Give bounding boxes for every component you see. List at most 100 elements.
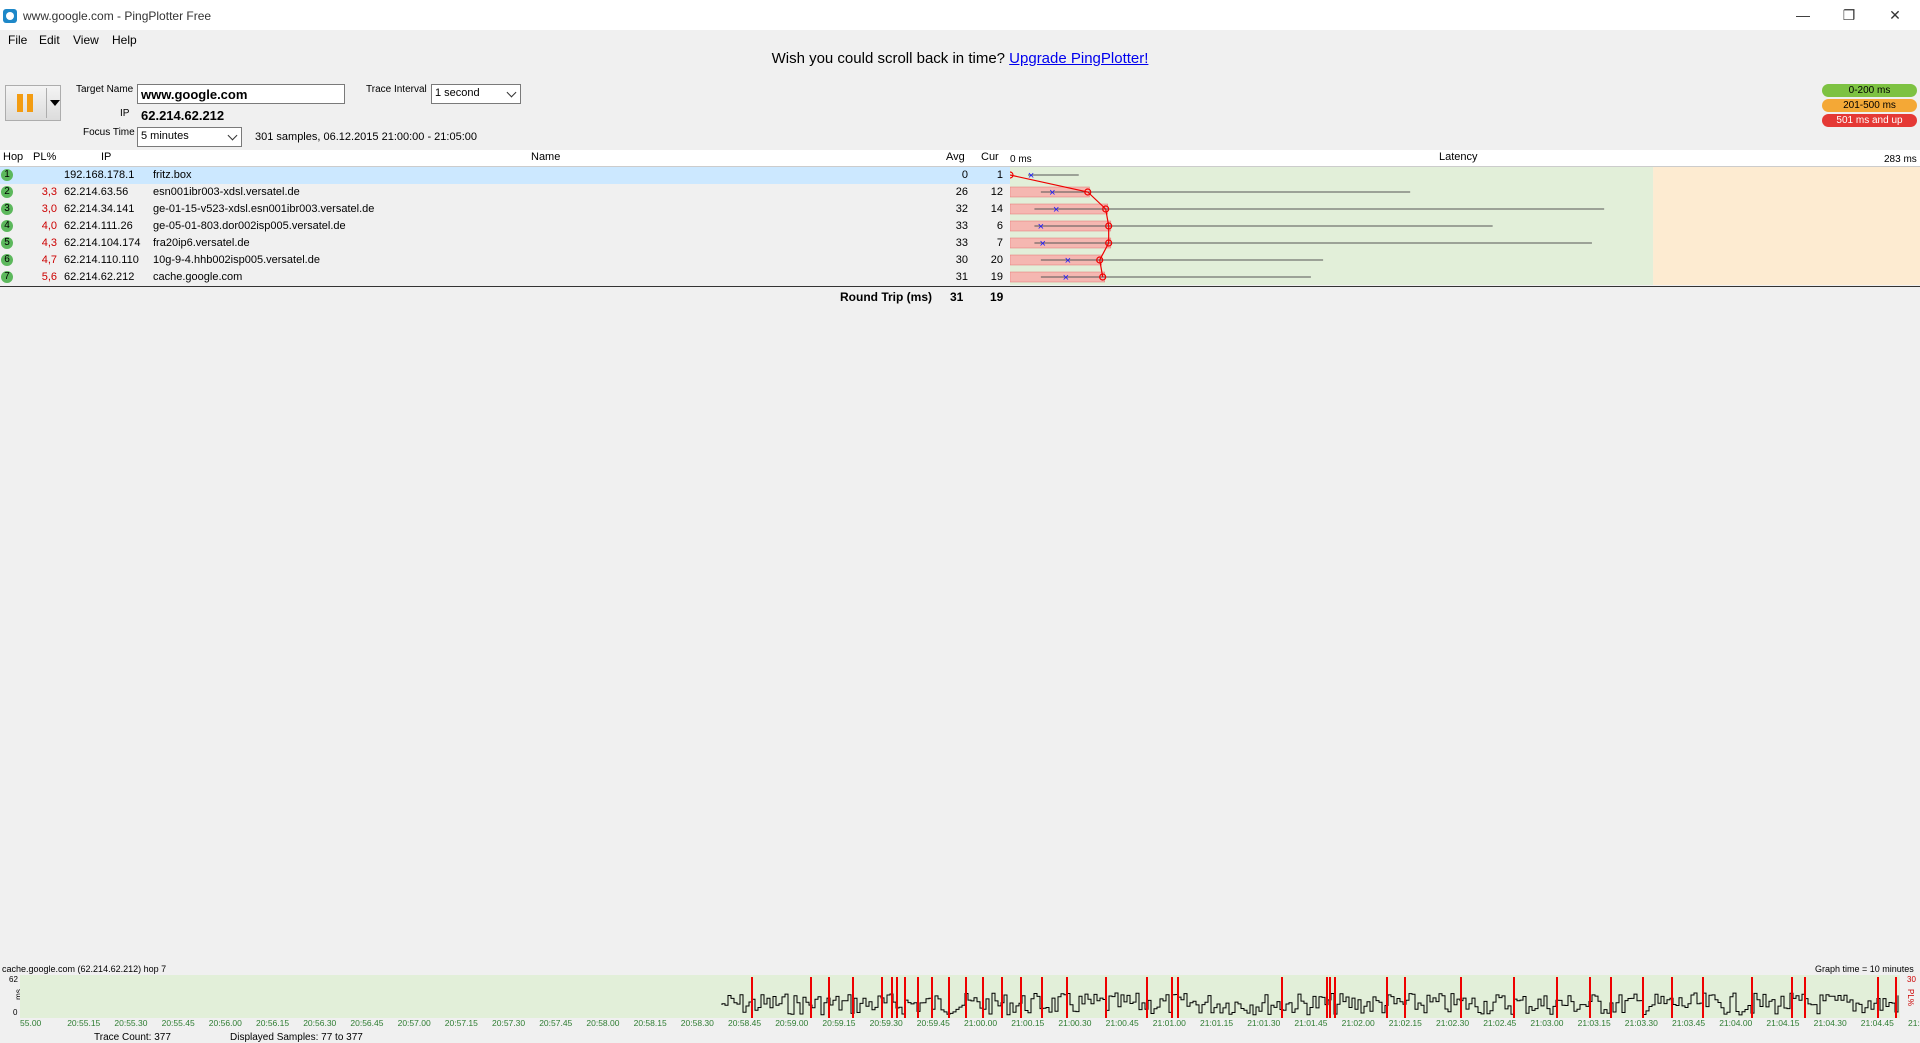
hop-row[interactable]: 1 192.168.178.1 fritz.box 0 1 <box>0 167 1010 184</box>
time-tick-label: 21:04.15 <box>1766 1018 1800 1028</box>
hop-row[interactable]: 6 4,7 62.214.110.110 10g-9-4.hhb002isp005.v… <box>0 252 1010 269</box>
hop-ip: 62.214.110.110 <box>64 254 139 266</box>
time-tick-label: 55.00 <box>20 1018 42 1028</box>
hop-row[interactable]: 4 4,0 62.214.111.26 ge-05-01-803.dor002isp0… <box>0 218 1010 235</box>
timeline-graph <box>20 975 1900 1018</box>
packet-loss: 3,3 <box>41 186 57 198</box>
legend-red: 501 ms and up <box>1822 114 1917 127</box>
hop-ip: 192.168.178.1 <box>64 169 135 181</box>
current-marker: × <box>1063 272 1069 284</box>
hop-name: 10g-9-4.hhb002isp005.versatel.de <box>153 254 320 266</box>
target-name-label: Target Name <box>76 84 134 95</box>
time-tick-label: 20:59.45 <box>916 1018 950 1028</box>
hop-number-badge: 5 <box>1 237 13 249</box>
timeline-title: cache.google.com (62.214.62.212) hop 7 <box>2 964 167 974</box>
time-tick-label: 21:00.15 <box>1011 1018 1045 1028</box>
hop-number-badge: 1 <box>1 169 13 181</box>
split-divider <box>46 88 47 118</box>
latency-zone-orange <box>1653 167 1920 285</box>
trace-interval-label: Trace Interval <box>366 84 427 95</box>
time-tick-label: 21:01.45 <box>1294 1018 1328 1028</box>
round-trip-cur: 19 <box>990 290 1004 304</box>
round-trip-avg: 31 <box>950 290 964 304</box>
upgrade-link[interactable]: Upgrade PingPlotter! <box>1009 50 1148 67</box>
header-cur[interactable]: Cur <box>981 151 999 167</box>
pingplotter-app-icon <box>3 9 17 23</box>
trace-count: Trace Count: 377 <box>94 1032 171 1043</box>
hop-avg: 31 <box>955 271 968 283</box>
hop-number-badge: 3 <box>1 203 13 215</box>
hop-avg: 32 <box>955 203 968 215</box>
header-latency[interactable]: Latency <box>1439 151 1478 167</box>
hop-cur: 12 <box>990 186 1003 198</box>
hop-row[interactable]: 3 3,0 62.214.34.141 ge-01-15-v523-xdsl.esn0… <box>0 201 1010 218</box>
target-name-input[interactable]: www.google.com <box>137 84 345 104</box>
time-tick-label: 21:03.30 <box>1624 1018 1658 1028</box>
hop-name: ge-01-15-v523-xdsl.esn001ibr003.versatel… <box>153 203 375 215</box>
dropdown-arrow-icon[interactable] <box>50 100 60 106</box>
trace-interval-select[interactable]: 1 second <box>431 84 521 104</box>
hop-number-badge: 2 <box>1 186 13 198</box>
time-tick-label: 21:00.30 <box>1058 1018 1092 1028</box>
close-button[interactable]: ✕ <box>1872 0 1918 30</box>
hop-row[interactable]: 5 4,3 62.214.104.174 fra20ip6.versatel.de 33… <box>0 235 1010 252</box>
hop-cur: 20 <box>990 254 1003 266</box>
legend-green: 0-200 ms <box>1822 84 1917 97</box>
time-tick-label: 20:59.30 <box>869 1018 903 1028</box>
time-tick-label: 21:03.45 <box>1672 1018 1706 1028</box>
round-trip-label: Round Trip (ms) <box>840 290 932 304</box>
time-tick-label: 21:02.30 <box>1436 1018 1470 1028</box>
pl-axis-label: PL% <box>1905 989 1915 1006</box>
minimize-button[interactable]: — <box>1780 0 1826 30</box>
time-tick-label: 21:04.45 <box>1860 1018 1894 1028</box>
time-tick-label: 21:02.45 <box>1483 1018 1517 1028</box>
hop-ip: 62.214.34.141 <box>64 203 135 215</box>
hop-row[interactable]: 2 3,3 62.214.63.56 esn001ibr003-xdsl.versat… <box>0 184 1010 201</box>
time-tick-label: 20:55.15 <box>67 1018 101 1028</box>
title-bar: www.google.com - PingPlotter Free — ❐ ✕ <box>0 0 1920 30</box>
y-max-label: 62 <box>9 975 18 984</box>
upgrade-banner: Wish you could scroll back in time? Upgr… <box>0 50 1920 70</box>
time-tick-label: 20:55.30 <box>114 1018 148 1028</box>
hop-cur: 14 <box>990 203 1003 215</box>
time-tick-label: 21:00.00 <box>964 1018 998 1028</box>
time-tick-label: 20:57.45 <box>539 1018 573 1028</box>
menu-help[interactable]: Help <box>112 33 137 47</box>
focus-time-select[interactable]: 5 minutes <box>137 127 242 147</box>
hop-row[interactable]: 7 5,6 62.214.62.212 cache.google.com 31 19 <box>0 269 1010 286</box>
header-ip[interactable]: IP <box>101 151 111 167</box>
header-name[interactable]: Name <box>531 151 560 167</box>
menu-edit[interactable]: Edit <box>39 33 60 47</box>
header-hop[interactable]: Hop <box>3 151 23 167</box>
hop-avg: 0 <box>961 169 968 181</box>
time-tick-label: 21:02.00 <box>1341 1018 1375 1028</box>
pause-button[interactable] <box>5 85 61 121</box>
status-bar: Trace Count: 377 Displayed Samples: 77 t… <box>0 1030 1920 1043</box>
pause-icon <box>17 94 37 112</box>
hop-name: ge-05-01-803.dor002isp005.versatel.de <box>153 220 346 232</box>
time-tick-label: 21:01.30 <box>1247 1018 1281 1028</box>
header-pl[interactable]: PL% <box>33 151 56 167</box>
header-avg[interactable]: Avg <box>946 151 965 167</box>
samples-info: 301 samples, 06.12.2015 21:00:00 - 21:05… <box>255 131 478 143</box>
current-marker: × <box>1040 238 1046 250</box>
time-tick-label: 20:56.45 <box>350 1018 384 1028</box>
restore-button[interactable]: ❐ <box>1826 0 1872 30</box>
timeline-bg <box>20 975 1900 1018</box>
packet-loss: 5,6 <box>41 271 57 283</box>
time-tick-label: 21:04.30 <box>1813 1018 1847 1028</box>
time-tick-label: 21:01.00 <box>1152 1018 1186 1028</box>
ip-value: 62.214.62.212 <box>141 108 225 123</box>
time-tick-label: 20:55.45 <box>161 1018 195 1028</box>
timeline-x-axis: 55.00 20:55.15 20:55.30 20:55.45 20:56.00 20:… <box>0 1018 1920 1029</box>
ip-label: IP <box>120 108 130 119</box>
trace-interval-value: 1 second <box>435 87 480 99</box>
current-marker: × <box>1053 204 1059 216</box>
chevron-down-icon <box>506 87 517 98</box>
time-tick-label: 20:57.00 <box>397 1018 431 1028</box>
hop-number-badge: 6 <box>1 254 13 266</box>
menu-view[interactable]: View <box>73 33 99 47</box>
time-tick-label: 21:0 <box>1908 1018 1920 1028</box>
menu-file[interactable]: File <box>8 33 27 47</box>
hop-cur: 19 <box>990 271 1003 283</box>
